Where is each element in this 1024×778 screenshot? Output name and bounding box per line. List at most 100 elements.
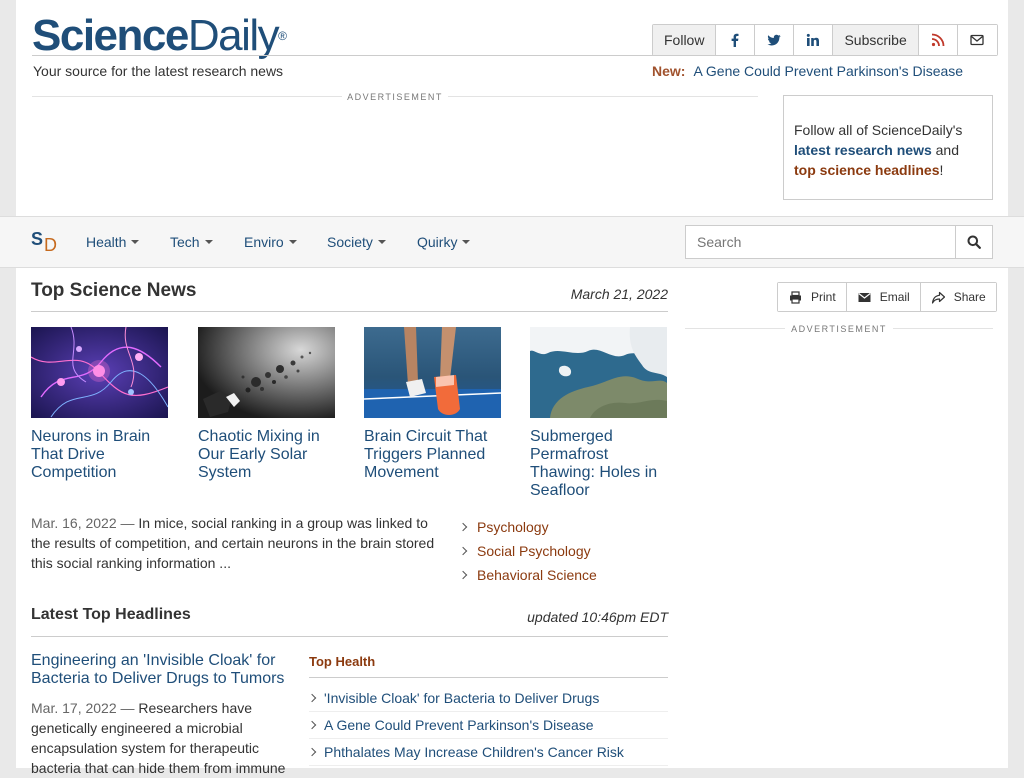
newsletter-button[interactable] bbox=[957, 25, 997, 55]
lead-headline-link[interactable]: Engineering an 'Invisible Cloak' for Bac… bbox=[31, 652, 293, 688]
runner-image bbox=[364, 327, 501, 418]
summary-separator: — bbox=[120, 515, 135, 531]
neurons-image bbox=[31, 327, 168, 418]
chevron-right-icon bbox=[307, 747, 317, 757]
linkedin-button[interactable] bbox=[794, 25, 834, 55]
section-divider bbox=[31, 311, 668, 312]
ad-rule-right bbox=[448, 96, 758, 97]
ad-label: ADVERTISEMENT bbox=[791, 324, 887, 334]
nav-enviro[interactable]: Enviro bbox=[244, 234, 297, 250]
story-card[interactable]: Chaotic Mixing in Our Early Solar System bbox=[198, 327, 335, 482]
nav-health[interactable]: Health bbox=[86, 234, 140, 250]
chevron-right-icon bbox=[458, 522, 468, 532]
nav-quirky-label: Quirky bbox=[417, 234, 458, 250]
logo-science: Science bbox=[32, 11, 189, 60]
search-button[interactable] bbox=[955, 225, 993, 259]
facebook-icon bbox=[732, 33, 739, 47]
share-toolbar: Print Email Share bbox=[777, 282, 997, 312]
caret-down-icon bbox=[377, 240, 386, 245]
follow-text-3: ! bbox=[939, 162, 944, 178]
summary-date: Mar. 16, 2022 bbox=[31, 515, 117, 531]
story-title[interactable]: Chaotic Mixing in Our Early Solar System bbox=[198, 428, 335, 482]
topic-link[interactable]: Social Psychology bbox=[458, 539, 597, 563]
nav-tech[interactable]: Tech bbox=[170, 234, 213, 250]
ad-rule-left bbox=[685, 328, 785, 329]
list-item[interactable]: Phthalates May Increase Children's Cance… bbox=[307, 739, 668, 766]
new-headline-link[interactable]: A Gene Could Prevent Parkinson's Disease bbox=[693, 63, 963, 79]
logo-registered: ® bbox=[278, 29, 287, 43]
follow-text-1: Follow all of ScienceDaily's bbox=[794, 122, 963, 138]
logo-daily: Daily bbox=[187, 11, 280, 60]
share-button[interactable]: Share bbox=[920, 283, 996, 311]
nav-society[interactable]: Society bbox=[327, 234, 386, 250]
list-item-label: Phthalates May Increase Children's Cance… bbox=[324, 744, 624, 760]
nav-tech-label: Tech bbox=[170, 234, 200, 250]
topic-label: Behavioral Science bbox=[477, 567, 597, 583]
list-item[interactable]: A Gene Could Prevent Parkinson's Disease bbox=[307, 712, 668, 739]
nav-society-label: Society bbox=[327, 234, 373, 250]
headlines-divider bbox=[31, 636, 668, 637]
envelope-icon bbox=[970, 34, 984, 46]
story-title[interactable]: Submerged Permafrost Thawing: Holes in S… bbox=[530, 428, 667, 500]
nav-health-label: Health bbox=[86, 234, 127, 250]
sd-logo-s: S bbox=[31, 229, 44, 249]
lead-separator: — bbox=[120, 700, 135, 716]
story-thumbnail-movement[interactable] bbox=[364, 327, 501, 418]
related-topics: Psychology Social Psychology Behavioral … bbox=[458, 515, 597, 587]
list-item-label: 'Invisible Cloak' for Bacteria to Delive… bbox=[324, 690, 600, 706]
linkedin-icon bbox=[807, 33, 820, 46]
site-logo[interactable]: ScienceDaily® bbox=[32, 11, 287, 60]
social-toolbar: Follow Subscribe bbox=[652, 24, 998, 56]
new-headline: New: A Gene Could Prevent Parkinson's Dis… bbox=[652, 63, 963, 79]
topic-link[interactable]: Psychology bbox=[458, 515, 597, 539]
topic-label: Social Psychology bbox=[477, 543, 591, 559]
list-item[interactable]: 'Invisible Cloak' for Bacteria to Delive… bbox=[307, 685, 668, 712]
story-thumbnail-permafrost[interactable] bbox=[530, 327, 667, 418]
ad-rule-right bbox=[893, 328, 993, 329]
top-health-label[interactable]: Top Health bbox=[309, 654, 375, 669]
caret-down-icon bbox=[131, 240, 140, 245]
print-icon bbox=[790, 290, 801, 304]
chevron-right-icon bbox=[458, 546, 468, 556]
share-label: Share bbox=[953, 290, 986, 304]
sd-logo[interactable]: SD bbox=[31, 229, 57, 255]
story-card[interactable]: Neurons in Brain That Drive Competition bbox=[31, 327, 168, 482]
story-thumbnail-solar-system[interactable] bbox=[198, 327, 335, 418]
search-icon bbox=[967, 235, 981, 249]
facebook-button[interactable] bbox=[716, 25, 756, 55]
latest-research-link[interactable]: latest research news bbox=[794, 142, 932, 158]
satellite-map-image bbox=[530, 327, 667, 418]
headlines-updated: updated 10:46pm EDT bbox=[527, 609, 668, 625]
section-title: Top Science News bbox=[31, 280, 197, 301]
subscribe-button[interactable]: Subscribe bbox=[833, 25, 919, 55]
follow-button[interactable]: Follow bbox=[653, 25, 717, 55]
new-label: New: bbox=[652, 63, 686, 79]
lead-date: Mar. 17, 2022 bbox=[31, 700, 117, 716]
twitter-button[interactable] bbox=[755, 25, 795, 55]
list-item-label: A Gene Could Prevent Parkinson's Disease bbox=[324, 717, 594, 733]
print-button[interactable]: Print bbox=[778, 283, 847, 311]
envelope-icon bbox=[858, 292, 871, 302]
nav-quirky[interactable]: Quirky bbox=[417, 234, 471, 250]
caret-down-icon bbox=[462, 240, 471, 245]
story-card[interactable]: Submerged Permafrost Thawing: Holes in S… bbox=[530, 327, 667, 500]
chevron-right-icon bbox=[307, 720, 317, 730]
rss-button[interactable] bbox=[918, 25, 958, 55]
email-label: Email bbox=[879, 290, 910, 304]
chevron-right-icon bbox=[458, 570, 468, 580]
top-headlines-link[interactable]: top science headlines bbox=[794, 162, 940, 178]
email-button[interactable]: Email bbox=[846, 283, 921, 311]
topic-link[interactable]: Behavioral Science bbox=[458, 563, 597, 587]
search-input[interactable] bbox=[685, 225, 955, 259]
story-title[interactable]: Brain Circuit That Triggers Planned Move… bbox=[364, 428, 501, 482]
top-health-divider bbox=[309, 677, 668, 678]
caret-down-icon bbox=[204, 240, 213, 245]
ad-label: ADVERTISEMENT bbox=[347, 92, 443, 102]
story-title[interactable]: Neurons in Brain That Drive Competition bbox=[31, 428, 168, 482]
advertisement-top: ADVERTISEMENT bbox=[32, 92, 758, 102]
topic-label: Psychology bbox=[477, 519, 549, 535]
story-thumbnail-neurons[interactable] bbox=[31, 327, 168, 418]
chevron-right-icon bbox=[307, 693, 317, 703]
ad-rule-left bbox=[32, 96, 342, 97]
story-card[interactable]: Brain Circuit That Triggers Planned Move… bbox=[364, 327, 501, 482]
